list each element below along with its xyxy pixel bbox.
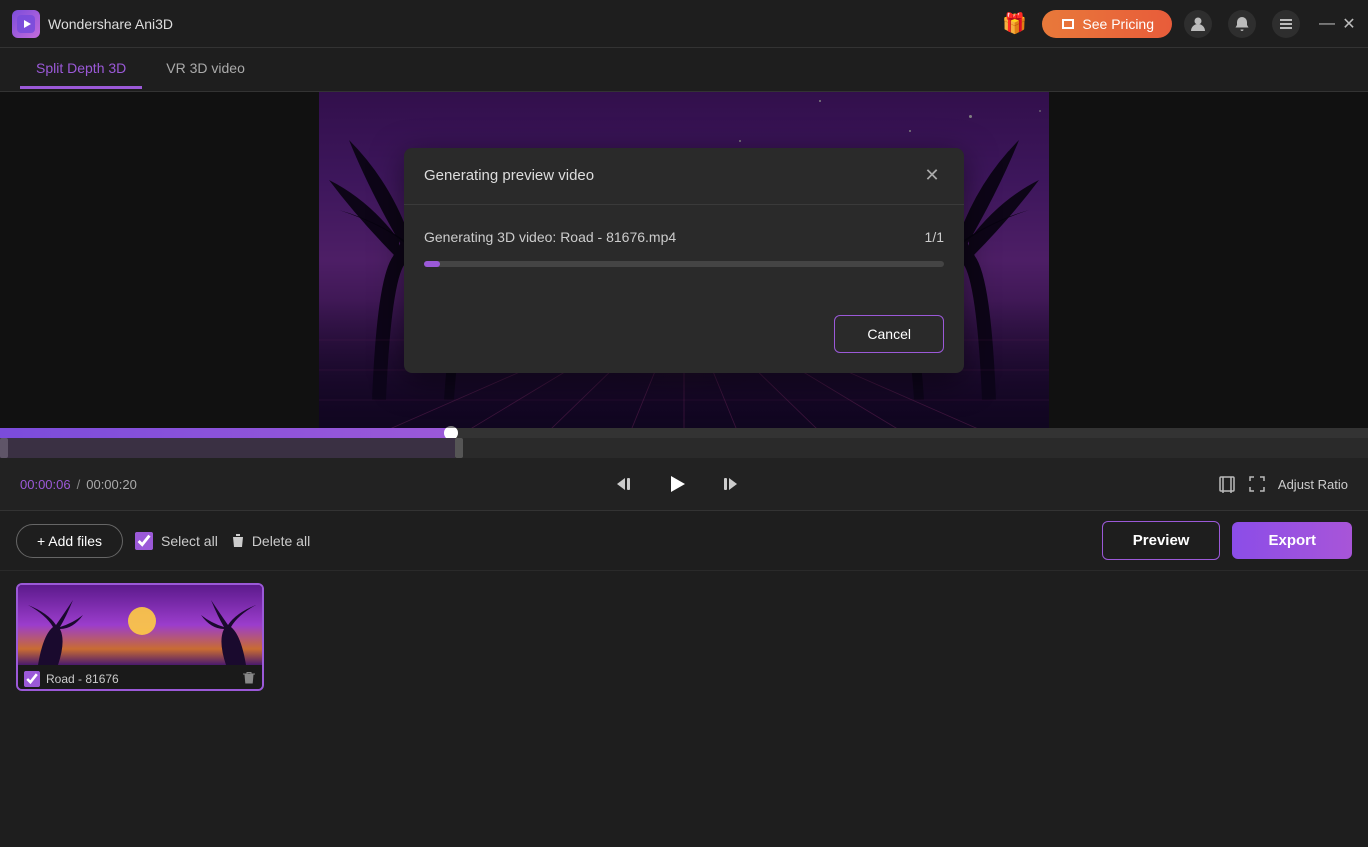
current-time: 00:00:06	[20, 477, 71, 492]
titlebar-right: 🎁 See Pricing	[998, 8, 1356, 40]
select-all-checkbox[interactable]	[135, 532, 153, 550]
dialog-body: Generating 3D video: Road - 81676.mp4 1/…	[404, 205, 964, 315]
file-list-area: + Add files Select all Delete all Previe…	[0, 510, 1368, 847]
thumbnail-image	[18, 585, 262, 665]
thumbnail-filename: Road - 81676	[46, 672, 236, 686]
preview-button[interactable]: Preview	[1102, 521, 1221, 560]
controls-bar: 00:00:06 / 00:00:20	[0, 458, 1368, 510]
dialog-close-icon[interactable]: ✕	[920, 164, 944, 188]
add-files-button[interactable]: + Add files	[16, 524, 123, 558]
time-display: 00:00:06 / 00:00:20	[20, 477, 137, 492]
range-handle-right[interactable]	[455, 438, 463, 458]
app-title: Wondershare Ani3D	[48, 16, 173, 32]
view-controls: Adjust Ratio	[1218, 475, 1348, 493]
playback-controls	[609, 468, 745, 500]
thumbnail-delete-button[interactable]	[242, 671, 256, 688]
thumbnail-bottom: Road - 81676	[18, 665, 262, 691]
skip-back-button[interactable]	[609, 468, 641, 500]
adjust-ratio-button[interactable]: Adjust Ratio	[1278, 477, 1348, 492]
dialog-file-row: Generating 3D video: Road - 81676.mp4 1/…	[424, 229, 944, 245]
progress-dialog: Generating preview video ✕ Generating 3D…	[404, 148, 964, 373]
window-controls: — ✕	[1320, 17, 1356, 31]
titlebar-left: Wondershare Ani3D	[12, 10, 173, 38]
total-time: 00:00:20	[86, 477, 137, 492]
skip-forward-button[interactable]	[713, 468, 745, 500]
titlebar: Wondershare Ani3D 🎁 See Pricing	[0, 0, 1368, 48]
progress-fill	[0, 428, 451, 438]
dialog-progress-bar-bg	[424, 261, 944, 267]
dialog-footer: Cancel	[404, 315, 964, 373]
dialog-progress-count: 1/1	[925, 229, 944, 245]
notification-icon[interactable]	[1228, 10, 1256, 38]
export-button[interactable]: Export	[1232, 522, 1352, 559]
tabs: Split Depth 3D VR 3D video	[0, 48, 1368, 92]
cancel-button[interactable]: Cancel	[834, 315, 944, 353]
thumbnail-checkbox[interactable]	[24, 671, 40, 687]
play-button[interactable]	[661, 468, 693, 500]
app-logo	[12, 10, 40, 38]
menu-icon[interactable]	[1272, 10, 1300, 38]
select-all-label[interactable]: Select all	[135, 532, 218, 550]
file-thumbnail[interactable]: Road - 81676	[16, 583, 264, 691]
titlebar-icons	[1184, 10, 1300, 38]
tab-vr-3d[interactable]: VR 3D video	[150, 50, 261, 89]
video-area: Generating preview video ✕ Generating 3D…	[0, 92, 1368, 428]
video-preview: Generating preview video ✕ Generating 3D…	[319, 92, 1049, 428]
see-pricing-button[interactable]: See Pricing	[1042, 10, 1172, 38]
dialog-overlay: Generating preview video ✕ Generating 3D…	[319, 92, 1049, 428]
dialog-header: Generating preview video ✕	[404, 148, 964, 205]
dialog-title: Generating preview video	[424, 167, 594, 184]
gift-icon[interactable]: 🎁	[998, 8, 1030, 40]
close-button[interactable]: ✕	[1342, 17, 1356, 31]
tab-split-depth[interactable]: Split Depth 3D	[20, 50, 142, 89]
file-thumbnails: Road - 81676	[0, 571, 1368, 703]
delete-all-button[interactable]: Delete all	[230, 533, 310, 549]
expand-button[interactable]	[1248, 475, 1266, 493]
fit-screen-button[interactable]	[1218, 475, 1236, 493]
file-list-toolbar: + Add files Select all Delete all Previe…	[0, 511, 1368, 571]
minimize-button[interactable]: —	[1320, 17, 1334, 31]
range-selection	[0, 438, 455, 458]
timeline-range	[0, 438, 1368, 458]
toolbar-right: Preview Export	[1102, 521, 1352, 560]
account-icon[interactable]	[1184, 10, 1212, 38]
timeline: 00:00:06 / 00:00:20	[0, 428, 1368, 510]
dialog-filename: Generating 3D video: Road - 81676.mp4	[424, 229, 676, 245]
dialog-progress-bar	[424, 261, 440, 267]
main-content: Generating preview video ✕ Generating 3D…	[0, 92, 1368, 847]
toolbar-left: + Add files Select all Delete all	[16, 524, 310, 558]
progress-track[interactable]	[0, 428, 1368, 438]
time-separator: /	[77, 477, 81, 492]
